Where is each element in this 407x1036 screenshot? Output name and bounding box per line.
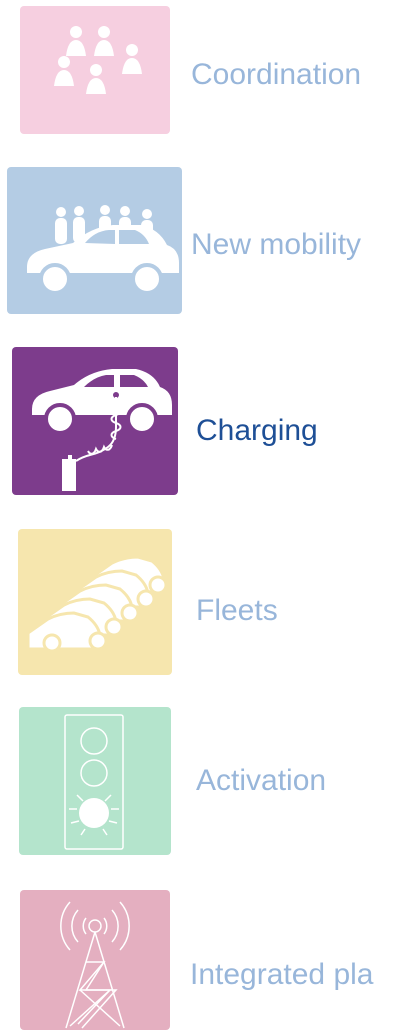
- menu-item-coordination[interactable]: Coordination: [0, 0, 407, 140]
- menu-item-integrated-platform[interactable]: Integrated pla: [0, 880, 407, 1036]
- integrated-platform-tile: [20, 890, 170, 1030]
- people-group-icon: [54, 26, 142, 94]
- activation-label: Activation: [196, 764, 327, 797]
- new-mobility-label: New mobility: [191, 228, 362, 261]
- traffic-light-icon: [64, 714, 124, 850]
- menu-item-charging[interactable]: Charging: [0, 340, 407, 500]
- fleets-tile: [18, 529, 172, 675]
- coordination-label: Coordination: [191, 58, 362, 91]
- car-fleet-icon: [26, 555, 168, 653]
- coordination-tile: [20, 6, 170, 134]
- charging-label: Charging: [196, 414, 318, 447]
- radio-tower-icon: [60, 901, 130, 1029]
- menu-item-fleets[interactable]: Fleets: [0, 520, 407, 680]
- activation-tile: [19, 707, 171, 855]
- car-charging-icon: [32, 369, 172, 491]
- integrated-platform-label: Integrated pla: [190, 958, 374, 991]
- new-mobility-tile: [7, 167, 182, 314]
- fleets-label: Fleets: [196, 594, 278, 627]
- charging-tile: [12, 347, 178, 495]
- car-with-people-icon: [27, 205, 179, 295]
- menu-item-new-mobility[interactable]: New mobility: [0, 160, 407, 320]
- menu-item-activation[interactable]: Activation: [0, 700, 407, 860]
